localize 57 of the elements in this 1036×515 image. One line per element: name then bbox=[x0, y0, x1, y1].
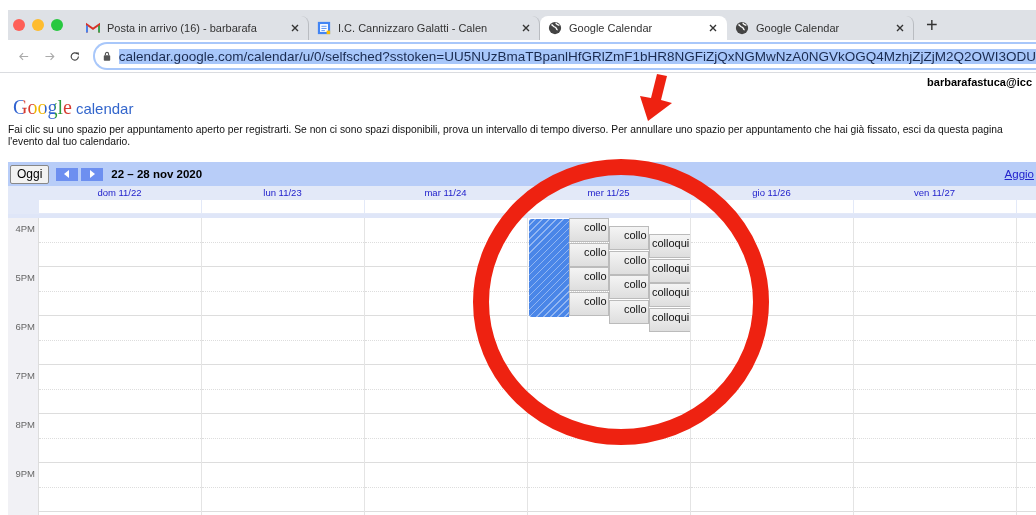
instruction-text: Fai clic su uno spazio per appuntamento aperto per registrarti. Se non ci sono spazi disponibili, prova un intervallo di tempo diverso. Per annullare uno spazio per appuntamento che hai già fissato, esci da questa pagina bbox=[8, 124, 1004, 136]
browser-tab[interactable]: Posta in arrivo (16) - barbarafa bbox=[78, 16, 309, 40]
browser-tab[interactable]: Google Calendar bbox=[727, 16, 914, 40]
hour-label: 7PM bbox=[15, 370, 35, 381]
close-icon[interactable] bbox=[895, 23, 905, 33]
account-email: barbarafastuca@icc bbox=[926, 75, 1032, 90]
close-window-icon[interactable] bbox=[13, 19, 25, 31]
logo-product-name: calendar bbox=[75, 100, 134, 117]
appointment-slot[interactable]: collo bbox=[569, 242, 609, 267]
date-range: 22 – 28 nov 2020 bbox=[111, 168, 203, 180]
appointment-slot[interactable]: collo bbox=[569, 218, 609, 242]
globe-icon bbox=[735, 21, 749, 35]
calendar-icon bbox=[317, 21, 331, 35]
hour-label: 5PM bbox=[15, 272, 35, 283]
close-icon[interactable] bbox=[521, 23, 531, 33]
day-header: ven 11/27 bbox=[914, 187, 955, 198]
appointment-slot[interactable]: colloqui bbox=[649, 258, 690, 283]
appointment-slot[interactable]: collo bbox=[609, 275, 649, 299]
tab-title: Google Calendar bbox=[756, 22, 841, 34]
instruction-text: l'evento dal tuo calendario. bbox=[8, 136, 132, 148]
tab-title: Google Calendar bbox=[569, 22, 654, 34]
globe-icon bbox=[548, 21, 562, 35]
lock-icon bbox=[102, 51, 111, 61]
browser-tab[interactable]: I.C. Cannizzaro Galatti - Calen bbox=[309, 16, 540, 40]
previous-week-button[interactable] bbox=[56, 167, 79, 181]
left-triangle-icon bbox=[63, 170, 72, 178]
today-button[interactable]: Oggi bbox=[10, 164, 50, 184]
refresh-link[interactable]: Aggio bbox=[1004, 168, 1034, 180]
close-icon[interactable] bbox=[708, 23, 718, 33]
maximize-window-icon[interactable] bbox=[51, 19, 63, 31]
annotation-arrow bbox=[640, 74, 672, 121]
address-field[interactable]: calendar.google.com/calendar/u/0/selfsched?sstoken=UU5NUzBmaTBpanlHfGRlZmF1bHR8NGFiZjQxNGMwNzA0NGVkOGQ4MzhjZjZjM2Q2OWI3ODU bbox=[92, 42, 1036, 70]
appointment-slot[interactable]: collo bbox=[609, 250, 649, 275]
next-week-button[interactable] bbox=[81, 167, 104, 181]
day-header: lun 11/23 bbox=[263, 187, 302, 198]
day-header: mer 11/25 bbox=[587, 187, 630, 198]
hour-label: 6PM bbox=[15, 321, 35, 332]
new-tab-button[interactable]: + bbox=[926, 15, 938, 35]
hour-label: 8PM bbox=[15, 419, 35, 430]
appointment-slot[interactable]: collo bbox=[569, 267, 609, 291]
tab-title: I.C. Cannizzaro Galatti - Calen bbox=[338, 22, 489, 34]
hour-label: 9PM bbox=[15, 468, 35, 479]
appointment-slot[interactable]: collo bbox=[609, 226, 649, 250]
right-triangle-icon bbox=[88, 170, 97, 178]
close-icon[interactable] bbox=[290, 23, 300, 33]
appointment-slot[interactable]: collo bbox=[609, 299, 649, 324]
appointment-slot[interactable]: collo bbox=[569, 291, 609, 316]
day-header: mar 11/24 bbox=[424, 187, 467, 198]
hour-label: 4PM bbox=[15, 223, 35, 234]
day-header: dom 11/22 bbox=[97, 187, 142, 198]
day-header: gio 11/26 bbox=[752, 187, 791, 198]
appointment-slot[interactable]: colloqui bbox=[649, 283, 690, 307]
appointment-slot[interactable]: colloqui bbox=[649, 234, 690, 258]
browser-tab[interactable]: Google Calendar bbox=[540, 16, 727, 40]
mail-icon bbox=[86, 21, 100, 35]
tab-title: Posta in arrivo (16) - barbarafa bbox=[107, 22, 258, 34]
appointment-slot[interactable]: colloqui bbox=[649, 307, 690, 332]
